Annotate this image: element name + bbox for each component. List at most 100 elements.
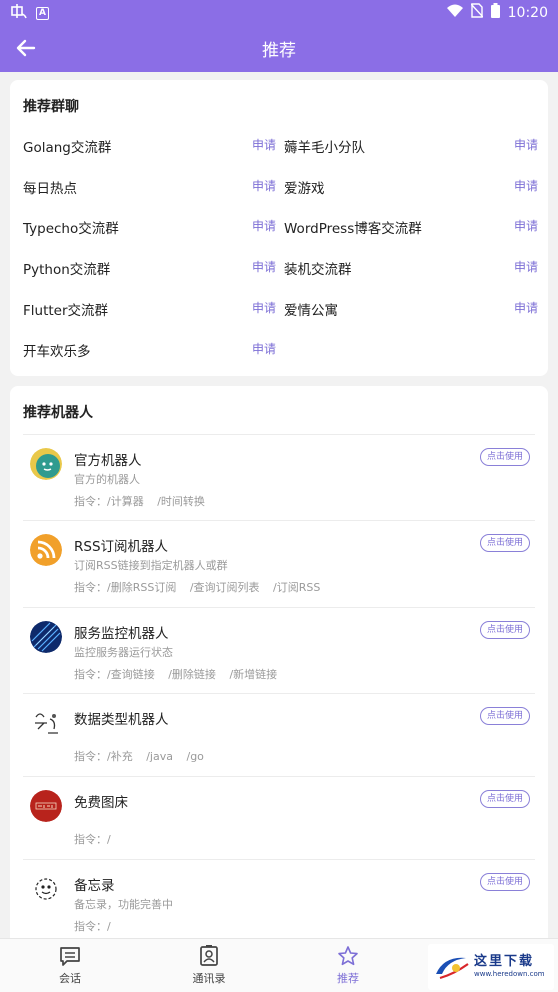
- bot-name: 备忘录: [74, 878, 115, 894]
- bot-command: 指令：/: [74, 920, 111, 933]
- bot-description: 监控服务器运行状态: [74, 646, 173, 659]
- group-name: Flutter交流群: [23, 303, 109, 319]
- watermark-text: 这里下载: [474, 954, 535, 969]
- group-name: Golang交流群: [23, 140, 112, 156]
- robot-avatar-icon: [30, 448, 62, 480]
- watermark-swoosh-icon: [434, 950, 470, 982]
- memo-avatar-icon: [30, 873, 62, 905]
- bot-item-monitor[interactable]: 服务监控机器人 监控服务器运行状态 指令：/查询链接 /删除链接 /新增链接 点…: [10, 607, 548, 693]
- group-item: Python交流群 申请: [23, 258, 283, 278]
- group-item: Typecho交流群 申请: [23, 217, 283, 237]
- bot-commands: 指令：/: [74, 918, 121, 934]
- group-name: 开车欢乐多: [23, 344, 91, 360]
- bot-item-memo[interactable]: 备忘录 备忘录，功能完善中 指令：/ 点击使用: [10, 859, 548, 945]
- wifi-icon: [446, 4, 463, 22]
- bot-description: 备忘录，功能完善中: [74, 898, 173, 911]
- bot-command: /新增链接: [229, 668, 278, 681]
- bot-item-image-host[interactable]: 免费图床 指令：/ 点击使用: [10, 776, 548, 859]
- server-monitor-avatar-icon: [30, 621, 62, 653]
- bot-command: /查询订阅列表: [189, 581, 260, 594]
- bot-command: 指令：/: [74, 833, 111, 846]
- image-host-avatar-icon: [30, 790, 62, 822]
- group-item: 薅羊毛小分队 申请: [284, 136, 544, 156]
- apply-button[interactable]: 申请: [252, 340, 276, 357]
- bot-name: 数据类型机器人: [74, 712, 169, 728]
- bot-command: 指令：/补充: [74, 750, 133, 763]
- group-item: 爱游戏 申请: [284, 177, 544, 197]
- group-item: 开车欢乐多 申请: [23, 340, 283, 360]
- recommended-bots-card: 推荐机器人 官方机器人 官方的机器人 指令：/计算器 /时间转换 点击使用 RS…: [10, 386, 548, 946]
- nav-item-chats[interactable]: 会话: [30, 945, 110, 986]
- nav-item-recommend[interactable]: 推荐: [308, 945, 388, 986]
- apply-button[interactable]: 申请: [252, 299, 276, 316]
- apply-button[interactable]: 申请: [514, 217, 538, 234]
- bot-name: 免费图床: [74, 795, 128, 811]
- recommended-groups-card: 推荐群聊 Golang交流群 申请 薅羊毛小分队 申请 每日热点 申请 爱游戏 …: [10, 80, 548, 376]
- bot-command: 指令：/删除RSS订阅: [74, 581, 177, 594]
- group-item: Golang交流群 申请: [23, 136, 283, 156]
- contacts-icon: [198, 945, 220, 967]
- bot-commands: 指令：/删除RSS订阅 /查询订阅列表 /订阅RSS: [74, 579, 330, 595]
- group-name: 装机交流群: [284, 262, 352, 278]
- battery-icon: [490, 3, 500, 22]
- bot-description: 订阅RSS链接到指定机器人或群: [74, 559, 228, 572]
- app-bar: 推荐: [0, 24, 558, 72]
- bot-item-rss[interactable]: RSS订阅机器人 订阅RSS链接到指定机器人或群 指令：/删除RSS订阅 /查询…: [10, 520, 548, 606]
- use-bot-button[interactable]: 点击使用: [480, 621, 530, 639]
- no-sim-icon: [470, 3, 484, 22]
- nav-item-contacts[interactable]: 通讯录: [169, 945, 249, 986]
- nav-label: 推荐: [337, 972, 359, 985]
- groups-section-title: 推荐群聊: [23, 99, 79, 115]
- nav-label: 通讯录: [192, 972, 226, 985]
- apply-button[interactable]: 申请: [252, 258, 276, 275]
- apply-button[interactable]: 申请: [514, 299, 538, 316]
- group-name: 爱情公寓: [284, 303, 338, 319]
- status-time: 10:20: [507, 4, 548, 21]
- group-name: 爱游戏: [284, 181, 325, 197]
- apply-button[interactable]: 申请: [514, 136, 538, 153]
- group-item: WordPress博客交流群 申请: [284, 217, 544, 237]
- bot-commands: 指令：/补充 /java /go: [74, 748, 214, 764]
- use-bot-button[interactable]: 点击使用: [480, 790, 530, 808]
- bot-name: 官方机器人: [74, 453, 142, 469]
- group-item: 爱情公寓 申请: [284, 299, 544, 319]
- apply-button[interactable]: 申请: [252, 217, 276, 234]
- apply-button[interactable]: 申请: [252, 177, 276, 194]
- page-title: 推荐: [262, 41, 296, 61]
- use-bot-button[interactable]: 点击使用: [480, 534, 530, 552]
- bot-command: /删除链接: [168, 668, 216, 681]
- bot-command: /订阅RSS: [273, 581, 321, 594]
- group-name: Typecho交流群: [23, 221, 119, 237]
- bot-command: /时间转换: [157, 495, 205, 508]
- group-name: 每日热点: [23, 181, 77, 197]
- chat-icon: [59, 945, 81, 967]
- datatype-avatar-icon: [30, 707, 62, 739]
- watermark-logo: 这里下载 www.heredown.com: [428, 944, 554, 990]
- watermark-url: www.heredown.com: [474, 970, 545, 978]
- nav-label: 会话: [59, 972, 81, 985]
- group-item: 装机交流群 申请: [284, 258, 544, 278]
- group-name: Python交流群: [23, 262, 111, 278]
- bot-commands: 指令：/: [74, 831, 121, 847]
- bot-command: 指令：/计算器: [74, 495, 144, 508]
- bot-item-official[interactable]: 官方机器人 官方的机器人 指令：/计算器 /时间转换 点击使用: [10, 434, 548, 520]
- bot-description: 官方的机器人: [74, 473, 140, 486]
- bots-section-title: 推荐机器人: [23, 405, 93, 421]
- use-bot-button[interactable]: 点击使用: [480, 873, 530, 891]
- use-bot-button[interactable]: 点击使用: [480, 707, 530, 725]
- group-name: 薅羊毛小分队: [284, 140, 365, 156]
- bot-item-datatype[interactable]: 数据类型机器人 指令：/补充 /java /go 点击使用: [10, 693, 548, 776]
- bot-command: 指令：/查询链接: [74, 668, 155, 681]
- a-badge-icon: A: [36, 6, 49, 20]
- apply-button[interactable]: 申请: [514, 177, 538, 194]
- group-item: 每日热点 申请: [23, 177, 283, 197]
- group-name: WordPress博客交流群: [284, 221, 422, 237]
- star-icon: [337, 945, 359, 967]
- use-bot-button[interactable]: 点击使用: [480, 448, 530, 466]
- bot-command: /java: [146, 750, 173, 763]
- bot-command: /go: [186, 750, 204, 763]
- rss-icon: [30, 534, 62, 566]
- apply-button[interactable]: 申请: [252, 136, 276, 153]
- apply-button[interactable]: 申请: [514, 258, 538, 275]
- bot-commands: 指令：/查询链接 /删除链接 /新增链接: [74, 666, 287, 682]
